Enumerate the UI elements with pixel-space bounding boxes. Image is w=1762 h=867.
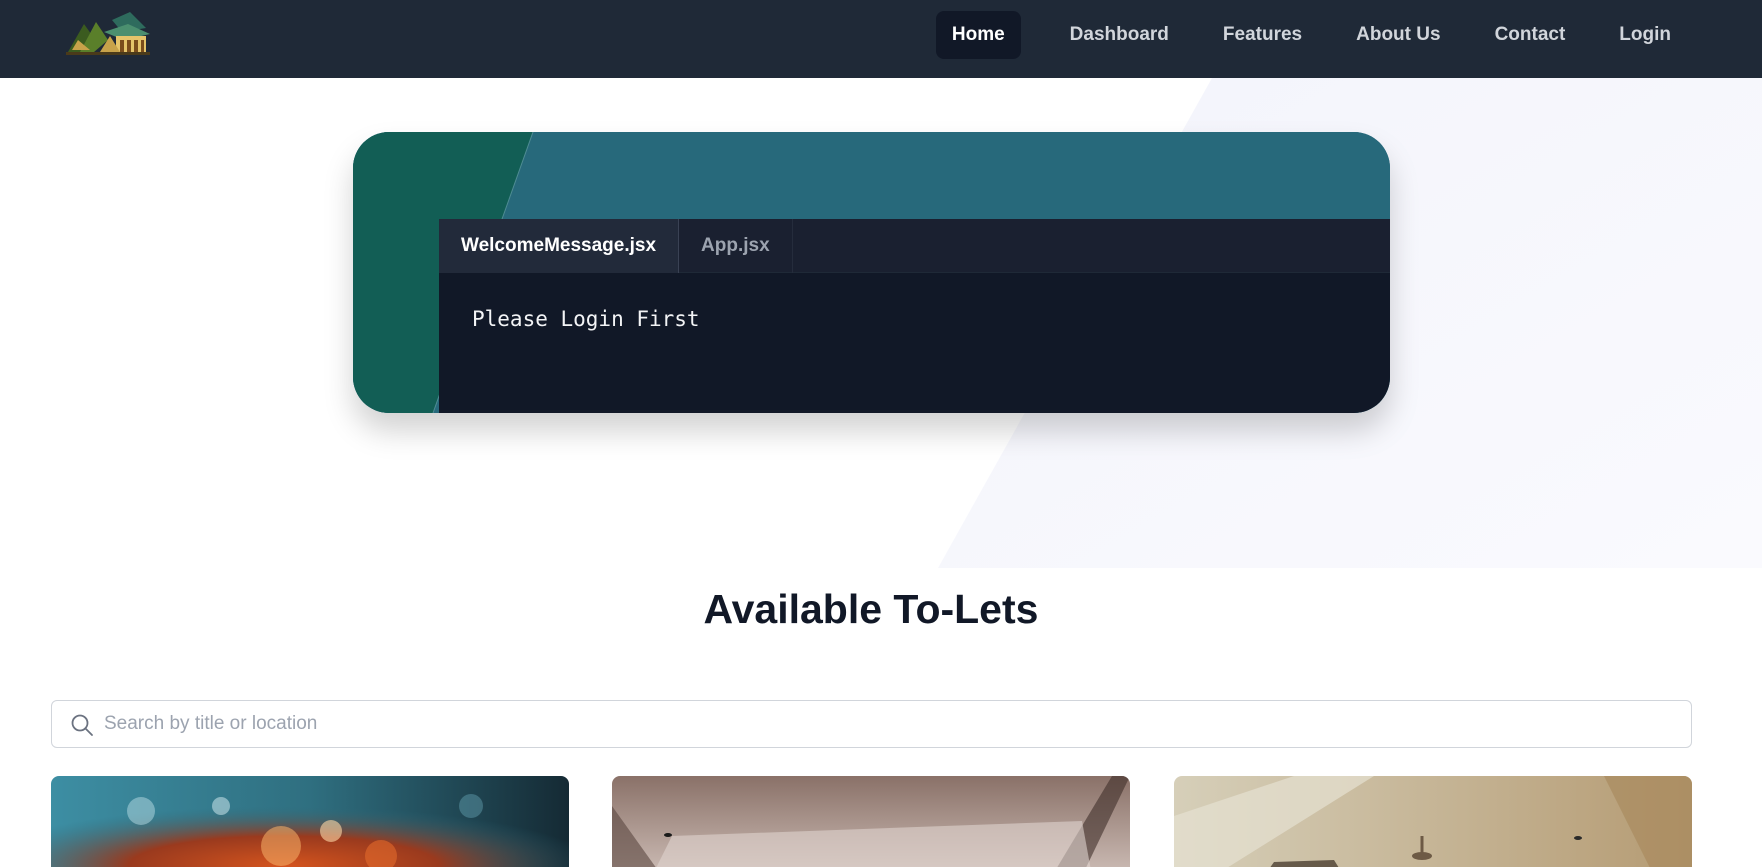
room-ceiling-fan-photo [1174,776,1692,867]
nav-link-login[interactable]: Login [1592,11,1698,59]
listing-card[interactable] [1174,776,1692,867]
room-ceiling-photo [612,776,1130,867]
code-editor: WelcomeMessage.jsx App.jsx Please Login … [439,219,1390,413]
listings-title: Available To-Lets [703,586,1039,632]
bokeh-photo [51,776,569,867]
nav-link-dashboard[interactable]: Dashboard [1043,11,1196,59]
tab-app[interactable]: App.jsx [679,219,793,273]
nav-link-home[interactable]: Home [935,11,1021,59]
search-input[interactable] [104,701,1674,746]
listing-card[interactable] [51,776,569,867]
nav-link-features[interactable]: Features [1196,11,1329,59]
search-icon [71,714,93,736]
navbar: Home Dashboard Features About Us Contact… [0,0,1762,78]
hero-code-card: WelcomeMessage.jsx App.jsx Please Login … [353,132,1390,413]
house-logo-icon[interactable] [64,10,154,58]
code-message: Please Login First [472,307,700,331]
nav-link-contact[interactable]: Contact [1468,11,1593,59]
listing-card[interactable] [612,776,1130,867]
nav-links: Home Dashboard Features About Us Contact… [935,11,1698,59]
nav-link-about-us[interactable]: About Us [1329,11,1467,59]
search-box [51,700,1692,748]
editor-tabs: WelcomeMessage.jsx App.jsx [439,219,1390,273]
tab-welcome-message[interactable]: WelcomeMessage.jsx [439,219,680,273]
